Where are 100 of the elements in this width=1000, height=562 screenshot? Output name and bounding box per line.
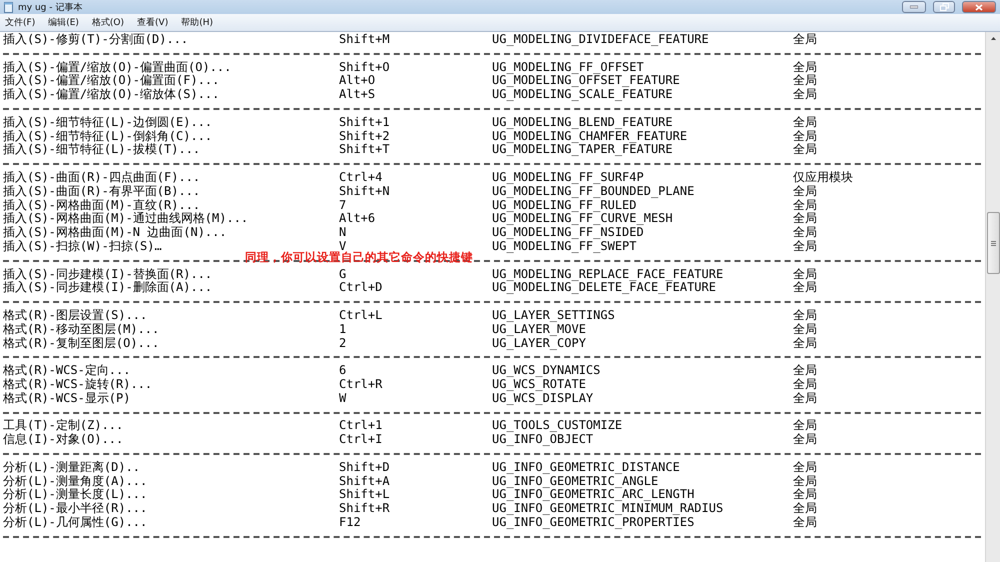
command-id-text: UG_MODELING_FF_SURF4P: [492, 170, 644, 185]
command-id-text: UG_MODELING_OFFSET_FEATURE: [492, 74, 680, 88]
shortcut-text: 1: [339, 322, 346, 337]
scope-text: 全局: [793, 392, 817, 406]
scope-text: 全局: [793, 502, 817, 516]
shortcut-text: N: [339, 226, 346, 240]
scope-text: 全局: [793, 460, 817, 474]
shortcut-text: Shift+N: [339, 184, 390, 199]
scope-text: 全局: [793, 419, 817, 433]
shortcut-text: 2: [339, 336, 346, 350]
command-text: 插入(S)-细节特征(L)-边倒圆(E)...: [3, 116, 212, 130]
restore-icon: [940, 3, 948, 11]
command-id-text: UG_WCS_ROTATE: [492, 378, 586, 392]
restore-button[interactable]: [933, 1, 955, 13]
command-id-text: UG_INFO_GEOMETRIC_MINIMUM_RADIUS: [492, 502, 724, 516]
command-id-text: UG_MODELING_BLEND_FEATURE: [492, 116, 673, 130]
command-id-text: UG_MODELING_SCALE_FEATURE: [492, 88, 673, 102]
scope-text: 全局: [793, 281, 817, 296]
scope-text: 全局: [793, 143, 817, 158]
command-text: 分析(L)-测量长度(L)...: [3, 488, 148, 502]
command-id-text: UG_LAYER_SETTINGS: [492, 308, 615, 323]
shortcut-text: F12: [339, 516, 361, 530]
shortcut-text: Ctrl+1: [339, 419, 382, 434]
grip-icon: [990, 240, 996, 246]
annotation-text: 同理，你可以设置自己的其它命令的快捷键: [245, 250, 473, 265]
shortcut-text: G: [339, 268, 346, 282]
menu-item[interactable]: 格式(O): [92, 16, 124, 29]
command-text: 格式(R)-WCS-定向...: [3, 364, 130, 378]
menu-item[interactable]: 文件(F): [5, 16, 36, 29]
command-id-text: UG_INFO_GEOMETRIC_PROPERTIES: [492, 516, 694, 530]
scope-text: 全局: [793, 198, 817, 212]
command-text: 插入(S)-网格曲面(M)-直纹(R)...: [3, 198, 200, 212]
command-id-text: UG_WCS_DISPLAY: [492, 392, 594, 406]
command-id-text: UG_INFO_GEOMETRIC_DISTANCE: [492, 460, 680, 474]
scope-text: 全局: [793, 336, 817, 350]
command-text: 分析(L)-测量距离(D)..: [3, 460, 140, 474]
shortcut-text: Ctrl+L: [339, 308, 382, 323]
command-id-text: UG_INFO_GEOMETRIC_ANGLE: [492, 474, 658, 488]
command-text: 格式(R)-WCS-显示(P): [3, 392, 130, 406]
close-button[interactable]: [962, 1, 996, 13]
scope-text: 全局: [793, 116, 817, 130]
shortcut-text: Shift+O: [339, 60, 390, 74]
command-text: 插入(S)-同步建模(I)-删除面(A)...: [3, 281, 212, 296]
scope-text: 全局: [793, 184, 817, 199]
scroll-thumb[interactable]: [986, 212, 1000, 274]
command-text: 格式(R)-图层设置(S)...: [3, 308, 148, 323]
shortcut-text: Alt+6: [339, 212, 376, 226]
shortcut-text: V: [339, 240, 346, 253]
command-text: 分析(L)-测量角度(A)...: [3, 474, 148, 488]
scope-text: 全局: [793, 474, 817, 488]
command-text: 插入(S)-偏置/缩放(O)-偏置面(F)...: [3, 74, 220, 88]
command-text: 分析(L)-几何属性(G)...: [3, 516, 148, 530]
command-text: 插入(S)-偏置/缩放(O)-缩放体(S)...: [3, 88, 220, 102]
command-id-text: UG_MODELING_DELETE_FACE_FEATURE: [492, 281, 716, 296]
command-text: 信息(I)-对象(O)...: [3, 433, 124, 447]
command-text: 插入(S)-网格曲面(M)-通过曲线网格(M)...: [3, 212, 248, 226]
shortcut-text: Shift+D: [339, 460, 390, 474]
scope-text: 全局: [793, 516, 817, 530]
command-id-text: UG_MODELING_FF_OFFSET: [492, 60, 644, 74]
scope-text: 全局: [793, 364, 817, 378]
command-id-text: UG_MODELING_FF_BOUNDED_PLANE: [492, 184, 694, 199]
command-id-text: UG_TOOLS_CUSTOMIZE: [492, 419, 622, 434]
command-text: 插入(S)-扫掠(W)-扫掠(S)…: [3, 240, 162, 254]
scope-text: 全局: [793, 88, 817, 102]
shortcut-text: Shift+T: [339, 143, 390, 158]
shortcut-text: Ctrl+R: [339, 378, 382, 392]
command-text: 插入(S)-同步建模(I)-替换面(R)...: [3, 268, 212, 281]
shortcut-text: Shift+L: [339, 488, 390, 502]
scope-text: 全局: [793, 226, 817, 240]
shortcut-text: Ctrl+I: [339, 433, 382, 447]
command-text: 格式(R)-WCS-旋转(R)...: [3, 378, 152, 392]
scope-text: 全局: [793, 33, 817, 47]
command-id-text: UG_MODELING_TAPER_FEATURE: [492, 143, 673, 158]
scrollbar[interactable]: [985, 32, 1000, 562]
scope-text: 全局: [793, 322, 817, 337]
minimize-icon: [910, 5, 918, 9]
minimize-button[interactable]: [902, 1, 926, 13]
close-icon: [975, 4, 983, 10]
shortcut-text: 6: [339, 364, 346, 378]
menu-item[interactable]: 帮助(H): [181, 16, 214, 29]
scope-text: 全局: [793, 378, 817, 392]
shortcut-text: Shift+A: [339, 474, 390, 488]
scope-text: 全局: [793, 308, 817, 323]
scope-text: 全局: [793, 433, 817, 447]
shortcut-text: Shift+M: [339, 33, 390, 47]
command-text: 分析(L)-最小半径(R)...: [3, 502, 148, 516]
command-id-text: UG_MODELING_FF_RULED: [492, 198, 636, 212]
command-id-text: UG_INFO_GEOMETRIC_ARC_LENGTH: [492, 488, 694, 502]
command-id-text: UG_MODELING_CHAMFER_FEATURE: [492, 130, 688, 144]
scope-text: 全局: [793, 60, 817, 74]
menu-item[interactable]: 查看(V): [137, 16, 168, 29]
command-id-text: UG_LAYER_MOVE: [492, 322, 586, 337]
scroll-up-icon[interactable]: [990, 37, 996, 40]
shortcut-text: Ctrl+D: [339, 281, 382, 296]
scope-text: 全局: [793, 240, 817, 254]
command-id-text: UG_LAYER_COPY: [492, 336, 586, 350]
shortcut-text: 7: [339, 198, 346, 212]
command-text: 格式(R)-复制至图层(O)...: [3, 336, 160, 350]
command-text: 插入(S)-曲面(R)-有界平面(B)...: [3, 184, 200, 199]
menu-item[interactable]: 编辑(E): [48, 16, 79, 29]
